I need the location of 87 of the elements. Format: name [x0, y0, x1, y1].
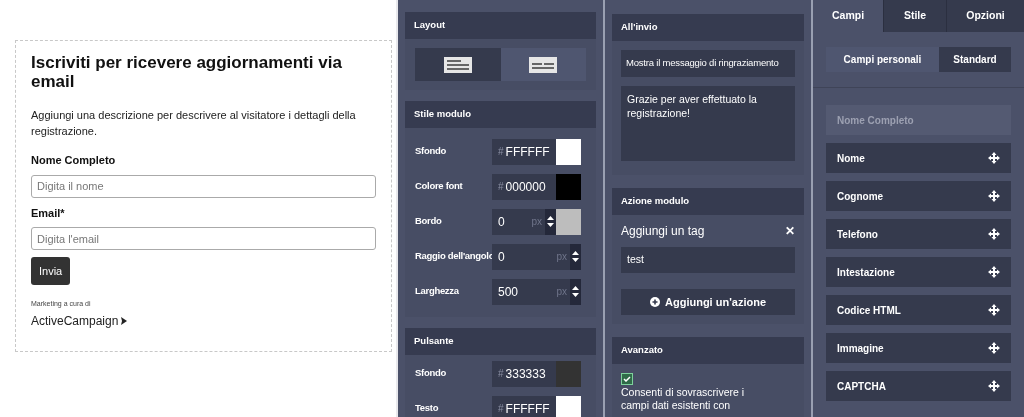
- field-item[interactable]: Intestazione: [826, 257, 1011, 287]
- unit-label: px: [531, 215, 542, 229]
- dropdown-field[interactable]: Mostra il messaggio di ringraziamento: [621, 50, 795, 77]
- move-icon: [988, 266, 1000, 278]
- up-arrow-icon: [572, 286, 579, 290]
- field-item[interactable]: Codice HTML: [826, 295, 1011, 325]
- color-swatch[interactable]: [556, 138, 581, 165]
- action-label: Aggiungi un tag: [621, 223, 705, 240]
- text-input[interactable]: Digita l'email: [31, 227, 376, 250]
- spinner-control[interactable]: [570, 278, 581, 305]
- up-arrow-icon: [572, 251, 579, 255]
- layout-option[interactable]: [500, 48, 586, 81]
- field-label: Colore font: [415, 179, 464, 194]
- section-header: All'invio: [612, 14, 804, 41]
- side-by-side-lines-icon: [529, 56, 558, 73]
- field-label: Larghezza: [415, 284, 460, 299]
- color-field[interactable]: # FFFFFF: [492, 395, 556, 417]
- move-icon: [988, 228, 1000, 240]
- move-icon: [988, 342, 1000, 354]
- hash-label: #: [498, 402, 504, 416]
- field-label: Bordo: [415, 214, 443, 229]
- field-label: Email*: [31, 205, 66, 221]
- message-textarea[interactable]: Grazie per aver effettuato la registrazione!: [621, 86, 795, 161]
- section-header: Stile modulo: [405, 101, 596, 128]
- color-field[interactable]: # 333333: [492, 360, 556, 387]
- move-icon: [988, 304, 1000, 316]
- number-value: 500: [498, 283, 519, 301]
- field-label: Sfondo: [415, 144, 447, 159]
- down-arrow-icon: [547, 223, 554, 227]
- field-label: Testo: [415, 401, 440, 416]
- section-header: Pulsante: [405, 328, 596, 355]
- unit-label: px: [556, 250, 567, 264]
- section-header: Azione modulo: [612, 188, 804, 215]
- add-action-button[interactable]: Aggiungi un'azione: [621, 289, 795, 315]
- hash-label: #: [498, 367, 504, 381]
- chevron-icon: [121, 316, 128, 325]
- color-field[interactable]: # FFFFFF: [492, 138, 556, 165]
- brand-link[interactable]: ActiveCampaign: [31, 311, 119, 330]
- overwrite-description: Consenti di sovrascrivere i campi dati esistenti con: [621, 386, 746, 412]
- field-item[interactable]: Immagine: [826, 333, 1011, 363]
- check-icon: [623, 376, 631, 382]
- up-arrow-icon: [547, 216, 554, 220]
- tab[interactable]: Campi: [813, 0, 883, 32]
- field-label: Nome Completo: [31, 153, 117, 168]
- layout-option[interactable]: [415, 48, 501, 81]
- number-value: 0: [498, 248, 505, 266]
- plus-circle-icon: [650, 297, 660, 307]
- segment-button[interactable]: Campi personali: [826, 47, 939, 72]
- color-swatch[interactable]: [556, 208, 581, 235]
- stacked-lines-icon: [443, 56, 472, 73]
- color-swatch[interactable]: [556, 173, 581, 200]
- down-arrow-icon: [572, 293, 579, 297]
- checkbox[interactable]: [621, 373, 633, 385]
- unit-label: px: [556, 285, 567, 299]
- field-label: Raggio dell'angolo: [415, 249, 492, 264]
- number-field[interactable]: 500 px: [492, 278, 570, 305]
- hex-value: 000000: [505, 178, 546, 196]
- text-input[interactable]: Digita il nome: [31, 174, 376, 198]
- move-icon: [988, 190, 1000, 202]
- form-title: Iscriviti per ricevere aggiornamenti via email: [31, 53, 343, 91]
- form-description: Aggiungi una descrizione per descrivere al visitatore i dettagli della registrazione.: [31, 108, 357, 139]
- move-icon: [988, 152, 1000, 164]
- submit-button[interactable]: Invia: [31, 257, 71, 285]
- field-label: Sfondo: [415, 366, 447, 381]
- hash-label: #: [498, 145, 504, 159]
- section-header: Avanzato: [612, 337, 804, 364]
- close-button[interactable]: ✕: [785, 222, 795, 240]
- number-field[interactable]: 0 px: [492, 243, 570, 270]
- down-arrow-icon: [572, 258, 579, 262]
- color-swatch[interactable]: [556, 395, 581, 417]
- spinner-control[interactable]: [570, 243, 581, 270]
- field-item[interactable]: CAPTCHA: [826, 371, 1011, 401]
- hex-value: FFFFFF: [505, 400, 550, 417]
- color-field[interactable]: # 000000: [492, 173, 556, 200]
- number-field[interactable]: 0 px: [492, 208, 545, 235]
- move-icon: [988, 380, 1000, 392]
- field-item[interactable]: Telefono: [826, 219, 1011, 249]
- tag-field[interactable]: test: [621, 247, 795, 273]
- field-item[interactable]: Cognome: [826, 181, 1011, 211]
- hash-label: #: [498, 180, 504, 194]
- number-value: 0: [498, 213, 505, 231]
- field-item[interactable]: Nome: [826, 143, 1011, 173]
- hex-value: FFFFFF: [505, 143, 550, 161]
- section-header: Layout: [405, 12, 596, 39]
- hex-value: 333333: [505, 365, 546, 383]
- spinner-control[interactable]: [545, 208, 556, 235]
- color-swatch[interactable]: [556, 360, 581, 387]
